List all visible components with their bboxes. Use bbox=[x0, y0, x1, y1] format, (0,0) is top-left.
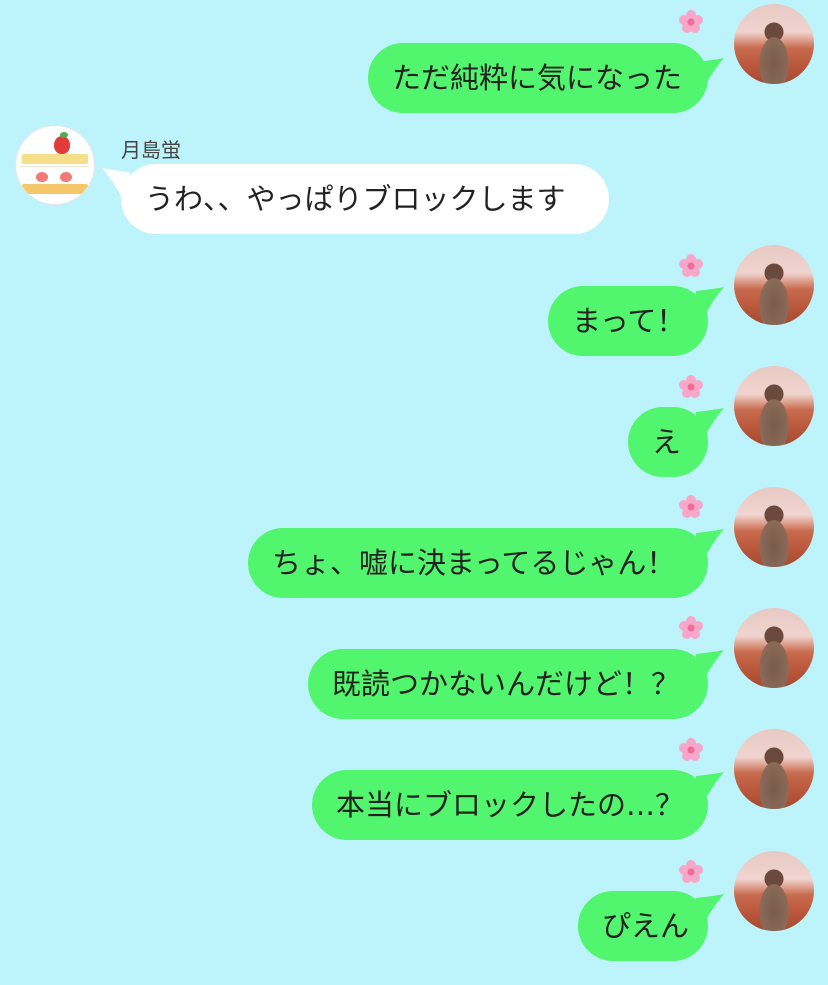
my-avatar[interactable] bbox=[734, 245, 814, 325]
my-avatar[interactable] bbox=[734, 366, 814, 446]
message-row: 月島蛍 うわ、、やっぱりブロックします bbox=[0, 120, 828, 245]
message-bubble-sent[interactable]: ちょ、嘘に決まってるじゃん！ bbox=[248, 528, 708, 598]
message-row: ただ純粋に気になった bbox=[0, 0, 828, 120]
message-bubble-sent[interactable]: 本当にブロックしたの…？ bbox=[312, 770, 708, 840]
message-bubble-sent[interactable]: ぴえん bbox=[578, 891, 708, 961]
cherry-blossom-icon bbox=[679, 860, 703, 883]
message-bubble-sent[interactable]: 既読つかないんだけど！？ bbox=[308, 649, 708, 719]
strawberry-icon bbox=[54, 136, 70, 154]
message-row: 既読つかないんだけど！？ bbox=[0, 607, 828, 729]
cherry-blossom-icon bbox=[679, 10, 703, 33]
contact-avatar[interactable] bbox=[15, 125, 95, 205]
message-bubble-sent[interactable]: ただ純粋に気になった bbox=[368, 43, 708, 113]
message-bubble-sent[interactable]: え bbox=[628, 407, 708, 477]
cherry-blossom-icon bbox=[679, 254, 703, 277]
message-row: まって！ bbox=[0, 245, 828, 365]
message-bubble-sent[interactable]: まって！ bbox=[548, 286, 708, 356]
cherry-blossom-icon bbox=[679, 495, 703, 518]
cake-layer bbox=[22, 154, 88, 164]
cherry-blossom-icon bbox=[679, 616, 703, 639]
message-row: 本当にブロックしたの…？ bbox=[0, 729, 828, 851]
strawberry-slice-icon bbox=[60, 172, 72, 182]
message-bubble-received[interactable]: うわ、、やっぱりブロックします bbox=[121, 164, 609, 234]
my-avatar[interactable] bbox=[734, 4, 814, 84]
my-avatar[interactable] bbox=[734, 608, 814, 688]
my-avatar[interactable] bbox=[734, 729, 814, 809]
my-avatar[interactable] bbox=[734, 851, 814, 931]
cake-layer bbox=[22, 184, 88, 194]
cake-layer bbox=[20, 166, 90, 177]
sender-name: 月島蛍 bbox=[121, 138, 181, 162]
cherry-blossom-icon bbox=[679, 375, 703, 398]
message-row: ぴえん bbox=[0, 851, 828, 985]
cherry-blossom-icon bbox=[679, 738, 703, 761]
chat-area[interactable]: ただ純粋に気になった 月島蛍 うわ、、やっぱりブロックします まって！ え ちょ… bbox=[0, 0, 828, 985]
leaf-icon bbox=[60, 132, 68, 138]
strawberry-slice-icon bbox=[36, 172, 48, 182]
my-avatar[interactable] bbox=[734, 487, 814, 567]
message-row: え bbox=[0, 365, 828, 485]
message-row: ちょ、嘘に決まってるじゃん！ bbox=[0, 485, 828, 607]
